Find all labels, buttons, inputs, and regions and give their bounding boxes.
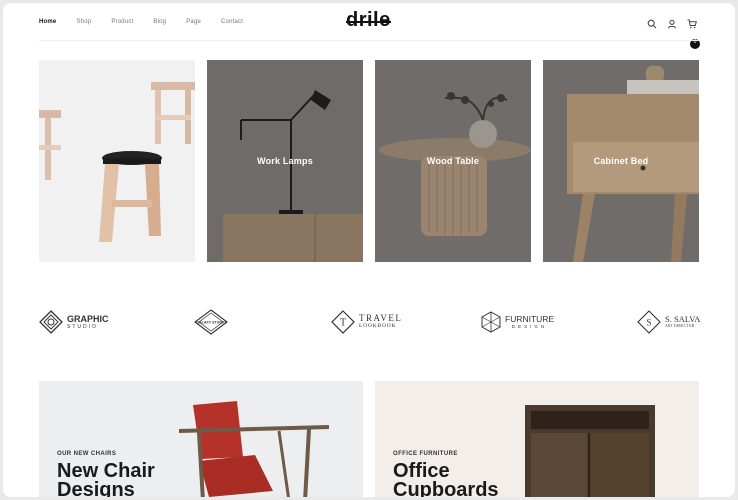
- page-frame: Home Shop Product Blog Page Contact dril…: [3, 3, 735, 497]
- site-logo[interactable]: drile: [346, 9, 391, 32]
- furniture-cube-icon: [481, 311, 501, 333]
- travel-logo-icon: T: [331, 310, 355, 334]
- nav-home[interactable]: Home: [39, 19, 56, 25]
- graphic-studio-logo-icon: [39, 310, 63, 334]
- brand-line2: STUDIO: [67, 323, 98, 330]
- nav-shop[interactable]: Shop: [76, 19, 91, 25]
- brand-line1: TRAVEL: [359, 313, 403, 324]
- logo-strike: [346, 21, 391, 23]
- promo-banner-cupboards[interactable]: OFFICE FURNITURE Office Cupboards: [375, 381, 699, 497]
- header-divider: [39, 40, 699, 41]
- search-icon[interactable]: [647, 16, 657, 29]
- nav-contact[interactable]: Contact: [221, 19, 243, 25]
- svg-text:S: S: [646, 318, 651, 328]
- nav-product[interactable]: Product: [111, 19, 133, 25]
- promo-kicker: OFFICE FURNITURE: [393, 451, 458, 457]
- category-tile-wood-table[interactable]: Wood Table: [375, 60, 531, 262]
- brand-line1: S. SALVA: [665, 314, 701, 325]
- logo-text: drile: [346, 9, 391, 31]
- promo-title: New Chair Designs: [57, 460, 155, 497]
- brand-galaxy-studio[interactable]: GALAXY STUDIO: [193, 309, 229, 335]
- user-icon[interactable]: [667, 16, 677, 29]
- brand-s-salva[interactable]: S S. SALVA ART DIRECTOR: [637, 309, 700, 335]
- brand-line2: ART DIRECTOR: [665, 323, 695, 328]
- galaxy-studio-logo-icon: GALAXY STUDIO: [194, 309, 228, 335]
- svg-text:T: T: [340, 318, 346, 329]
- brand-line1: FURNITURE: [505, 314, 555, 324]
- promo-kicker: OUR NEW CHAIRS: [57, 451, 117, 457]
- brand-travel-lookbook[interactable]: T TRAVEL LOOKBOOK: [331, 309, 402, 335]
- brand-graphic-studio[interactable]: GRAPHIC STUDIO: [39, 309, 109, 335]
- nav-blog[interactable]: Blog: [153, 19, 166, 25]
- brand-line2: DESIGN: [511, 323, 548, 329]
- promo-title: Office Cupboards: [393, 460, 499, 497]
- category-label: Work Lamps: [257, 156, 313, 166]
- brand-line1: GRAPHIC: [67, 313, 109, 324]
- category-tile-cabinet-bed[interactable]: Cabinet Bed: [543, 60, 699, 262]
- category-label: Wood Table: [426, 156, 480, 166]
- cart-icon[interactable]: 0: [687, 16, 700, 49]
- category-tile-stools[interactable]: [39, 60, 195, 262]
- brand-line2: LOOKBOOK: [359, 323, 397, 330]
- s-salva-logo-icon: S: [637, 310, 661, 334]
- header-icons: 0: [647, 16, 700, 49]
- brand-furniture-design[interactable]: FURNITURE DESIGN: [481, 309, 554, 335]
- stools-image: [39, 60, 195, 262]
- category-label: Cabinet Bed: [593, 156, 649, 166]
- brand-line1: GALAXY STUDIO: [196, 321, 226, 325]
- category-tile-work-lamps[interactable]: Work Lamps: [207, 60, 363, 262]
- nav-page[interactable]: Page: [186, 19, 201, 25]
- promo-banner-chairs[interactable]: OUR NEW CHAIRS New Chair Designs: [39, 381, 363, 497]
- main-nav: Home Shop Product Blog Page Contact: [39, 19, 263, 25]
